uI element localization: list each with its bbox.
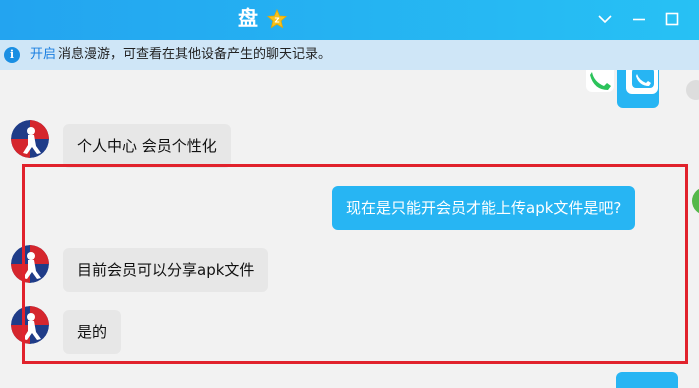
- dropdown-button[interactable]: [594, 8, 616, 30]
- my-avatar-partial: [692, 188, 699, 214]
- maximize-button[interactable]: [661, 8, 683, 30]
- notice-text: 消息漫游，可查看在其他设备产生的聊天记录。: [58, 47, 332, 62]
- enable-roaming-link[interactable]: 开启: [30, 40, 56, 70]
- chat-message-area[interactable]: 个人中心 会员个性化 现在是只能开会员才能上传apk文件是吧? 目前会员可以分享…: [0, 70, 699, 388]
- message-text: 个人中心 会员个性化: [77, 137, 217, 155]
- call-icons-partial: [586, 70, 699, 108]
- title-bar: 盘 Z: [0, 0, 699, 40]
- star-badge-icon: Z: [267, 9, 287, 29]
- message-text: 现在是只能开会员才能上传apk文件是吧?: [346, 199, 622, 217]
- svg-text:Z: Z: [274, 17, 279, 25]
- message-bubble-partial[interactable]: [616, 372, 678, 388]
- minimize-icon: [633, 18, 645, 21]
- message-bubble[interactable]: 现在是只能开会员才能上传apk文件是吧?: [332, 186, 636, 230]
- contact-avatar[interactable]: [11, 120, 49, 158]
- roaming-notice-bar: i 开启 消息漫游，可查看在其他设备产生的聊天记录。: [0, 40, 699, 70]
- maximize-icon: [665, 12, 679, 26]
- message-bubble[interactable]: 目前会员可以分享apk文件: [63, 248, 269, 292]
- message-bubble[interactable]: 个人中心 会员个性化: [63, 124, 231, 168]
- message-text: 目前会员可以分享apk文件: [77, 261, 255, 279]
- contact-avatar[interactable]: [11, 306, 49, 344]
- minimize-button[interactable]: [628, 8, 650, 30]
- info-icon: i: [4, 47, 20, 63]
- window-title: 盘: [238, 6, 258, 30]
- chevron-down-icon: [598, 15, 612, 24]
- message-bubble[interactable]: 是的: [63, 310, 122, 354]
- message-text: 是的: [77, 323, 108, 341]
- contact-avatar[interactable]: [11, 245, 49, 283]
